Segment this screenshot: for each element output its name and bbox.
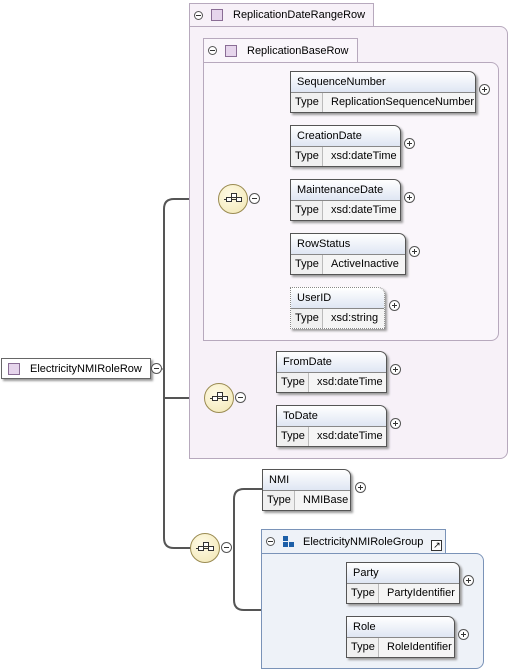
group-icon (283, 535, 295, 548)
role-group-label: ElectricityNMIRoleGroup (303, 535, 424, 548)
element-sequence-number[interactable]: SequenceNumber Type ReplicationSequenceNu… (290, 71, 476, 113)
expand-icon[interactable] (390, 418, 401, 429)
expand-icon[interactable] (390, 364, 401, 375)
expand-icon[interactable] (404, 192, 415, 203)
element-icon (211, 9, 223, 21)
collapse-icon[interactable] (208, 46, 217, 55)
type-value: xsd:dateTime (309, 427, 386, 446)
sequence-icon[interactable] (190, 533, 220, 563)
sequence-icon[interactable] (204, 383, 234, 413)
date-range-group-label: ReplicationDateRangeRow (233, 9, 366, 21)
root-element-label: ElectricityNMIRoleRow (30, 362, 142, 375)
type-label: Type (347, 584, 379, 603)
collapse-icon[interactable] (235, 392, 246, 403)
element-name: MaintenanceDate (291, 180, 400, 201)
type-label: Type (291, 255, 323, 274)
sequence-icon[interactable] (218, 184, 248, 214)
element-creation-date[interactable]: CreationDate Type xsd:dateTime (290, 125, 401, 167)
type-label: Type (291, 201, 323, 220)
type-label: Type (277, 427, 309, 446)
expand-icon[interactable] (355, 482, 366, 493)
type-label: Type (347, 638, 379, 657)
type-value: PartyIdentifier (379, 584, 459, 603)
collapse-icon[interactable] (194, 10, 203, 20)
type-value: xsd:string (323, 309, 384, 328)
type-value: xsd:dateTime (309, 373, 386, 392)
collapse-icon[interactable] (266, 537, 275, 546)
element-maintenance-date[interactable]: MaintenanceDate Type xsd:dateTime (290, 179, 401, 221)
element-icon (8, 362, 20, 375)
element-nmi[interactable]: NMI Type NMIBase (262, 469, 351, 511)
shortcut-arrow-icon[interactable]: ↗ (431, 540, 443, 551)
element-name: FromDate (277, 352, 386, 373)
role-group-tab[interactable]: ElectricityNMIRoleGroup ↗ (261, 529, 447, 553)
element-name: CreationDate (291, 126, 400, 147)
type-value: ActiveInactive (323, 255, 405, 274)
type-label: Type (277, 373, 309, 392)
base-group-label: ReplicationBaseRow (247, 44, 349, 57)
expand-icon[interactable] (404, 138, 415, 149)
base-group-tab[interactable]: ReplicationBaseRow (203, 38, 358, 62)
type-value: RoleIdentifier (379, 638, 454, 657)
type-label: Type (291, 147, 323, 166)
element-name: RowStatus (291, 234, 405, 255)
type-value: xsd:dateTime (323, 147, 400, 166)
expand-icon[interactable] (458, 629, 469, 640)
type-label: Type (291, 309, 323, 328)
element-icon (225, 44, 237, 57)
element-name: SequenceNumber (291, 72, 475, 93)
element-row-status[interactable]: RowStatus Type ActiveInactive (290, 233, 406, 275)
element-from-date[interactable]: FromDate Type xsd:dateTime (276, 351, 387, 393)
collapse-icon[interactable] (221, 542, 232, 553)
expand-icon[interactable] (389, 300, 400, 311)
element-name: ToDate (277, 406, 386, 427)
expand-icon[interactable] (463, 575, 474, 586)
element-name: NMI (263, 470, 350, 491)
element-role[interactable]: Role Type RoleIdentifier (346, 616, 455, 658)
type-label: Type (263, 491, 295, 510)
type-label: Type (291, 93, 323, 112)
root-element[interactable]: ElectricityNMIRoleRow (1, 358, 151, 379)
expand-icon[interactable] (479, 84, 490, 95)
element-name: Role (347, 617, 454, 638)
element-name: UserID (291, 288, 384, 309)
date-range-group-tab[interactable]: ReplicationDateRangeRow (189, 3, 375, 26)
type-value: ReplicationSequenceNumber (323, 93, 475, 112)
element-party[interactable]: Party Type PartyIdentifier (346, 562, 460, 604)
type-value: NMIBase (295, 491, 350, 510)
element-to-date[interactable]: ToDate Type xsd:dateTime (276, 405, 387, 447)
element-name: Party (347, 563, 459, 584)
type-value: xsd:dateTime (323, 201, 400, 220)
collapse-icon[interactable] (249, 193, 260, 204)
element-user-id[interactable]: UserID Type xsd:string (290, 287, 385, 329)
expand-icon[interactable] (409, 246, 420, 257)
collapse-icon[interactable] (151, 363, 162, 374)
